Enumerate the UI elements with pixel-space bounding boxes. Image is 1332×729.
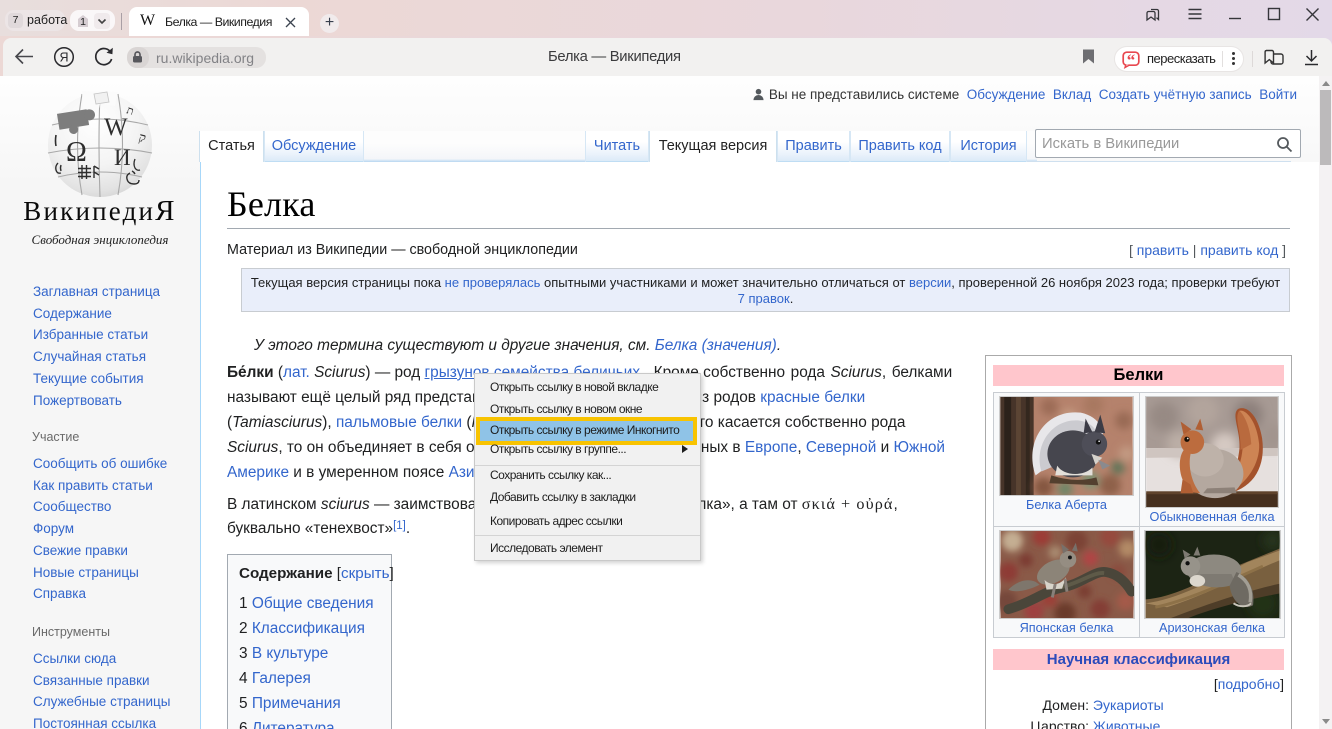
svg-text:1: 1: [80, 16, 86, 28]
svg-text:W: W: [104, 114, 128, 141]
svg-text:“: “: [1127, 51, 1136, 69]
svg-text:Ω: Ω: [66, 137, 87, 168]
svg-text:И: И: [114, 145, 131, 170]
svg-text:Я: Я: [59, 50, 68, 64]
